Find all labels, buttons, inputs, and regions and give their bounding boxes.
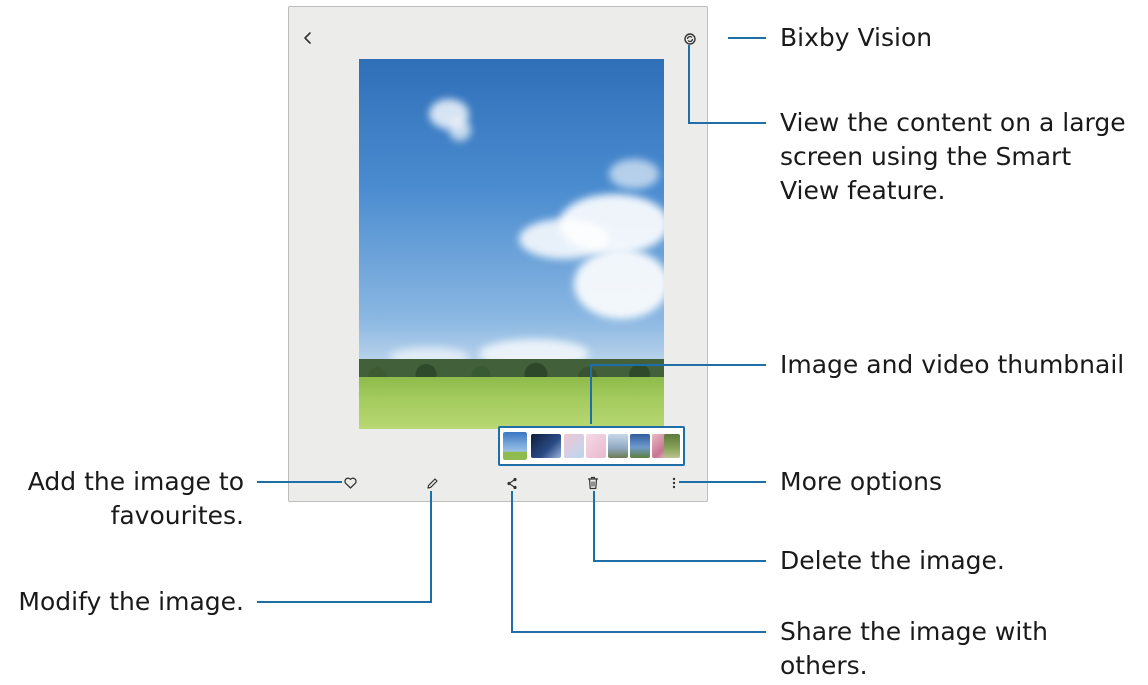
callout-smart-view-line-1: View the content on a large <box>780 108 1126 137</box>
callout-share-line-2: others. <box>780 651 868 680</box>
edit-button[interactable] <box>422 473 442 493</box>
callout-favourites-line-1: Add the image to <box>27 467 244 496</box>
leader-line-thumbnail <box>590 364 592 424</box>
favourite-button[interactable] <box>340 473 360 493</box>
heart-icon <box>343 477 357 489</box>
smart-view-button[interactable] <box>680 29 700 49</box>
callout-modify: Modify the image. <box>18 587 244 616</box>
thumbnail-item[interactable] <box>664 434 680 458</box>
callout-favourites-line-2: favourites. <box>110 501 244 530</box>
leader-line-favourites <box>257 481 342 483</box>
trash-icon <box>588 476 598 490</box>
smart-view-icon <box>684 33 696 45</box>
thumbnail-item[interactable] <box>586 434 606 458</box>
leader-line-share-h <box>511 631 766 633</box>
delete-button[interactable] <box>583 473 603 493</box>
photo-viewer-image[interactable] <box>359 59 664 429</box>
leader-line-more-options <box>679 481 766 483</box>
leader-line-thumbnail-h <box>590 364 766 366</box>
share-button[interactable] <box>502 473 522 493</box>
leader-line-delete <box>593 491 595 562</box>
leader-line-smart-view <box>688 45 690 124</box>
callout-smart-view-line-2: screen using the Smart <box>780 142 1072 171</box>
callout-smart-view-line-3: View feature. <box>780 176 946 205</box>
thumbnail-item[interactable] <box>531 434 561 458</box>
thumbnail-item[interactable] <box>564 434 584 458</box>
share-icon <box>507 477 517 489</box>
thumbnail-strip[interactable] <box>498 426 685 466</box>
leader-line-bixby-vision <box>728 37 766 39</box>
more-vertical-icon <box>672 477 676 489</box>
more-options-button[interactable] <box>664 473 684 493</box>
thumbnail-item[interactable] <box>501 430 529 462</box>
thumbnail-item[interactable] <box>630 434 650 458</box>
callout-thumbnail: Image and video thumbnail <box>780 350 1125 379</box>
back-chevron-icon <box>304 32 311 44</box>
callout-share-line-1: Share the image with <box>780 617 1048 646</box>
leader-line-modify-h <box>257 601 432 603</box>
back-button[interactable] <box>297 27 319 49</box>
leader-line-delete-h <box>593 560 766 562</box>
leader-line-share <box>511 491 513 633</box>
callout-bixby-vision: Bixby Vision <box>780 23 933 52</box>
leader-line-smart-view-h <box>688 122 766 124</box>
thumbnail-item[interactable] <box>608 434 628 458</box>
pencil-icon <box>426 477 438 489</box>
leader-line-modify <box>430 491 432 603</box>
bixby-vision-button[interactable] <box>707 29 708 49</box>
callout-more-options: More options <box>780 467 942 496</box>
callout-delete: Delete the image. <box>780 546 1005 575</box>
gallery-viewer-screen <box>288 6 708 502</box>
